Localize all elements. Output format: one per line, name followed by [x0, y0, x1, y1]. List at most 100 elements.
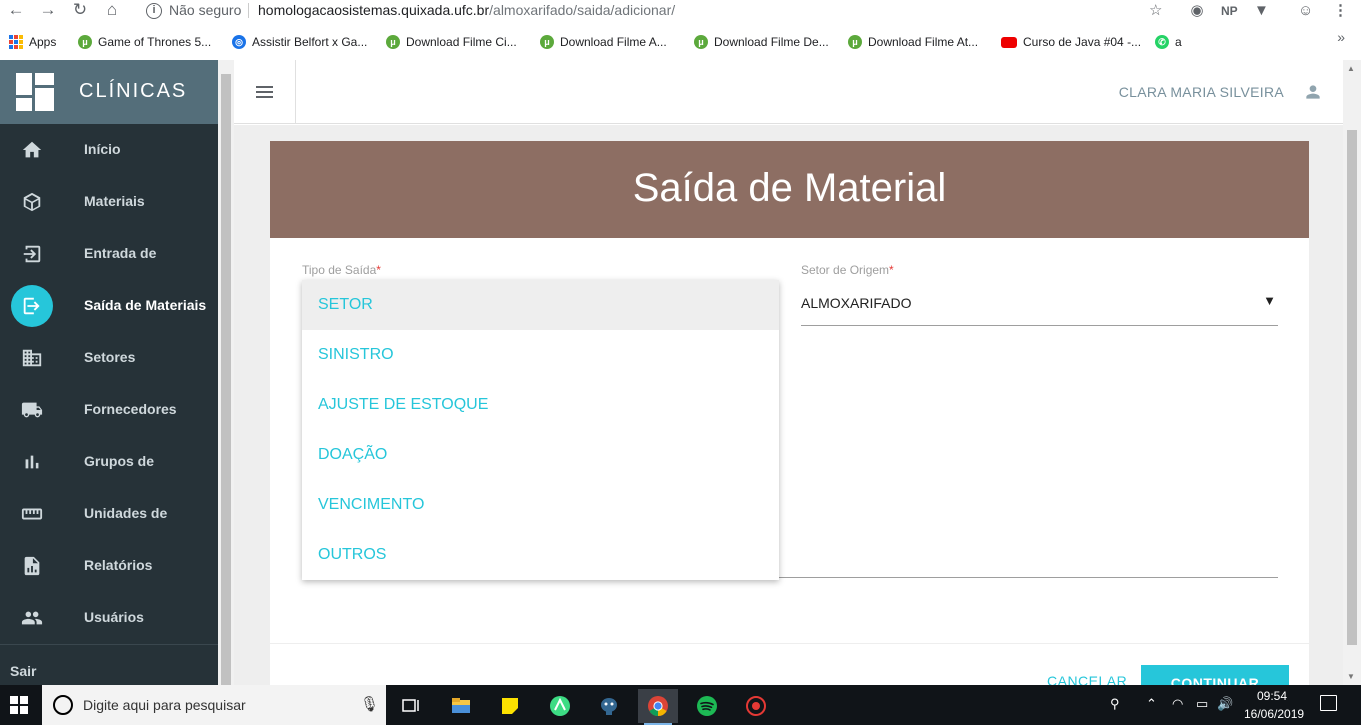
- spotify-icon[interactable]: [687, 689, 727, 723]
- dropdown-option-doacao[interactable]: DOAÇÃO: [302, 430, 779, 480]
- bookmark-label: Download Filme At...: [868, 35, 979, 49]
- scrollbar-thumb[interactable]: [221, 74, 231, 685]
- volume-icon[interactable]: 🔊: [1217, 696, 1233, 712]
- logout-link[interactable]: Sair: [10, 663, 36, 679]
- home-page-icon[interactable]: ⌂: [100, 0, 124, 22]
- user-icon[interactable]: [1303, 81, 1323, 103]
- dropdown-option-sinistro[interactable]: SINISTRO: [302, 330, 779, 380]
- bookmark-label: Game of Thrones 5...: [98, 35, 212, 49]
- torrent-icon: μ: [78, 35, 92, 49]
- taskbar-search-input[interactable]: Digite aqui para pesquisar 🎙: [42, 685, 386, 725]
- sticky-notes-icon[interactable]: [490, 689, 530, 723]
- microphone-icon[interactable]: 🎙: [360, 695, 379, 713]
- dropdown-option-vencimento[interactable]: VENCIMENTO: [302, 480, 779, 530]
- sidebar-item-label: Saída de Materiais: [84, 297, 207, 313]
- scroll-down-icon[interactable]: ▼: [1347, 672, 1355, 681]
- bookmark-item[interactable]: ◎ Assistir Belfort x Ga...: [232, 33, 367, 51]
- task-view-icon[interactable]: [391, 689, 431, 723]
- sidebar-item-relatorios[interactable]: Relatórios: [0, 540, 218, 592]
- sidebar-item-saida[interactable]: Saída de Materiais: [0, 280, 218, 332]
- back-arrow-icon[interactable]: ←: [4, 0, 28, 22]
- dropdown-option-setor[interactable]: SETOR: [302, 280, 779, 330]
- file-explorer-icon[interactable]: [441, 689, 481, 723]
- sidebar-item-usuarios[interactable]: Usuários: [0, 592, 218, 644]
- field-underline[interactable]: [778, 577, 1278, 578]
- user-name[interactable]: CLARA MARIA SILVEIRA: [1119, 84, 1284, 100]
- forward-arrow-icon[interactable]: →: [36, 0, 60, 22]
- sidebar-item-inicio[interactable]: Início: [0, 124, 218, 176]
- vpn-extension-icon[interactable]: ▼: [1254, 1, 1269, 21]
- card-header: Saída de Material: [270, 141, 1309, 238]
- notification-center-icon[interactable]: [1320, 695, 1337, 711]
- sidebar-item-materiais[interactable]: Materiais: [0, 176, 218, 228]
- sidebar-item-label: Fornecedores: [84, 401, 177, 417]
- windows-start-icon[interactable]: [10, 696, 28, 714]
- dropdown-arrow-icon: ▼: [1263, 293, 1276, 308]
- logout-icon: [23, 297, 40, 315]
- sidebar-scrollbar[interactable]: [218, 60, 234, 685]
- battery-icon[interactable]: ▭: [1196, 696, 1208, 712]
- scrollbar-thumb[interactable]: [1347, 130, 1357, 645]
- android-studio-icon[interactable]: [540, 689, 580, 723]
- scroll-up-icon[interactable]: ▲: [1347, 64, 1355, 73]
- divider: [295, 60, 296, 124]
- bookmark-label: Download Filme A...: [560, 35, 667, 49]
- bookmark-item[interactable]: Curso de Java #04 -...: [1001, 33, 1141, 51]
- sidebar-item-label: Materiais: [84, 193, 145, 209]
- sidebar-item-entrada[interactable]: Entrada de: [0, 228, 218, 280]
- sidebar-item-setores[interactable]: Setores: [0, 332, 218, 384]
- site-info-icon[interactable]: i: [146, 3, 162, 19]
- cortana-icon: [53, 695, 73, 715]
- sidebar-item-label: Usuários: [84, 609, 144, 625]
- home-icon: [22, 141, 42, 158]
- site-icon: ◎: [232, 35, 246, 49]
- label-text: Setor de Origem: [801, 263, 890, 277]
- pgadmin-icon[interactable]: [589, 689, 629, 723]
- bookmark-item[interactable]: ✆ a: [1155, 33, 1182, 51]
- bookmark-item[interactable]: μ Download Filme A...: [540, 33, 667, 51]
- chrome-icon[interactable]: [638, 689, 678, 725]
- sidebar-item-unidades[interactable]: Unidades de: [0, 488, 218, 540]
- bookmark-apps[interactable]: Apps: [9, 33, 56, 51]
- chevron-up-icon[interactable]: ⌃: [1146, 696, 1157, 712]
- hamburger-menu-icon[interactable]: [254, 83, 276, 99]
- bookmark-label: Assistir Belfort x Ga...: [252, 35, 368, 49]
- search-placeholder: Digite aqui para pesquisar: [83, 697, 246, 713]
- setor-origem-select[interactable]: ALMOXARIFADO ▼: [801, 291, 1278, 326]
- clock-time[interactable]: 09:54: [1257, 689, 1287, 703]
- bookmark-item[interactable]: μ Game of Thrones 5...: [78, 33, 211, 51]
- required-mark: *: [376, 263, 381, 277]
- people-tray-icon[interactable]: ⚲: [1110, 696, 1120, 712]
- sidebar-item-grupos[interactable]: Grupos de: [0, 436, 218, 488]
- extension-icon[interactable]: ◉: [1188, 1, 1206, 21]
- reload-icon[interactable]: ↻: [68, 0, 92, 22]
- chevron-right-icon[interactable]: »: [1337, 29, 1345, 45]
- whatsapp-icon: ✆: [1155, 35, 1169, 49]
- sidebar-item-fornecedores[interactable]: Fornecedores: [0, 384, 218, 436]
- bookmark-item[interactable]: μ Download Filme At...: [848, 33, 978, 51]
- sidebar-item-label: Unidades de: [84, 505, 168, 521]
- report-icon: [24, 556, 40, 576]
- chrome-menu-icon[interactable]: ⋮: [1333, 1, 1348, 21]
- clock-date[interactable]: 16/06/2019: [1244, 707, 1304, 721]
- dropdown-option-outros[interactable]: OUTROS: [302, 530, 779, 580]
- url-path: /almoxarifado/saida/adicionar/: [489, 2, 676, 18]
- people-icon: [21, 611, 43, 625]
- wifi-icon[interactable]: ◠: [1172, 696, 1183, 712]
- dropdown-option-ajuste[interactable]: AJUSTE DE ESTOQUE: [302, 380, 779, 430]
- page-scrollbar[interactable]: ▲ ▼: [1343, 60, 1361, 685]
- brand-header[interactable]: CLÍNICAS: [0, 60, 218, 124]
- bookmarks-bar: Apps μ Game of Thrones 5... ◎ Assistir Bel…: [0, 29, 1361, 53]
- truck-icon: [21, 402, 43, 418]
- tipo-saida-dropdown[interactable]: SETOR SINISTRO AJUSTE DE ESTOQUE DOAÇÃO …: [302, 280, 779, 580]
- avatar[interactable]: ☺: [1298, 1, 1313, 21]
- recorder-icon[interactable]: [736, 689, 776, 723]
- bookmark-item[interactable]: μ Download Filme Ci...: [386, 33, 517, 51]
- address-bar-url[interactable]: homologacaosistemas.quixada.ufc.br/almox…: [258, 2, 675, 18]
- app-header: CLARA MARIA SILVEIRA: [234, 60, 1343, 124]
- bookmark-star-icon[interactable]: ☆: [1149, 1, 1162, 21]
- profile-initials[interactable]: NP: [1221, 1, 1238, 21]
- bookmark-item[interactable]: μ Download Filme De...: [694, 33, 829, 51]
- address-separator: [248, 3, 249, 18]
- insecure-label[interactable]: Não seguro: [169, 2, 241, 18]
